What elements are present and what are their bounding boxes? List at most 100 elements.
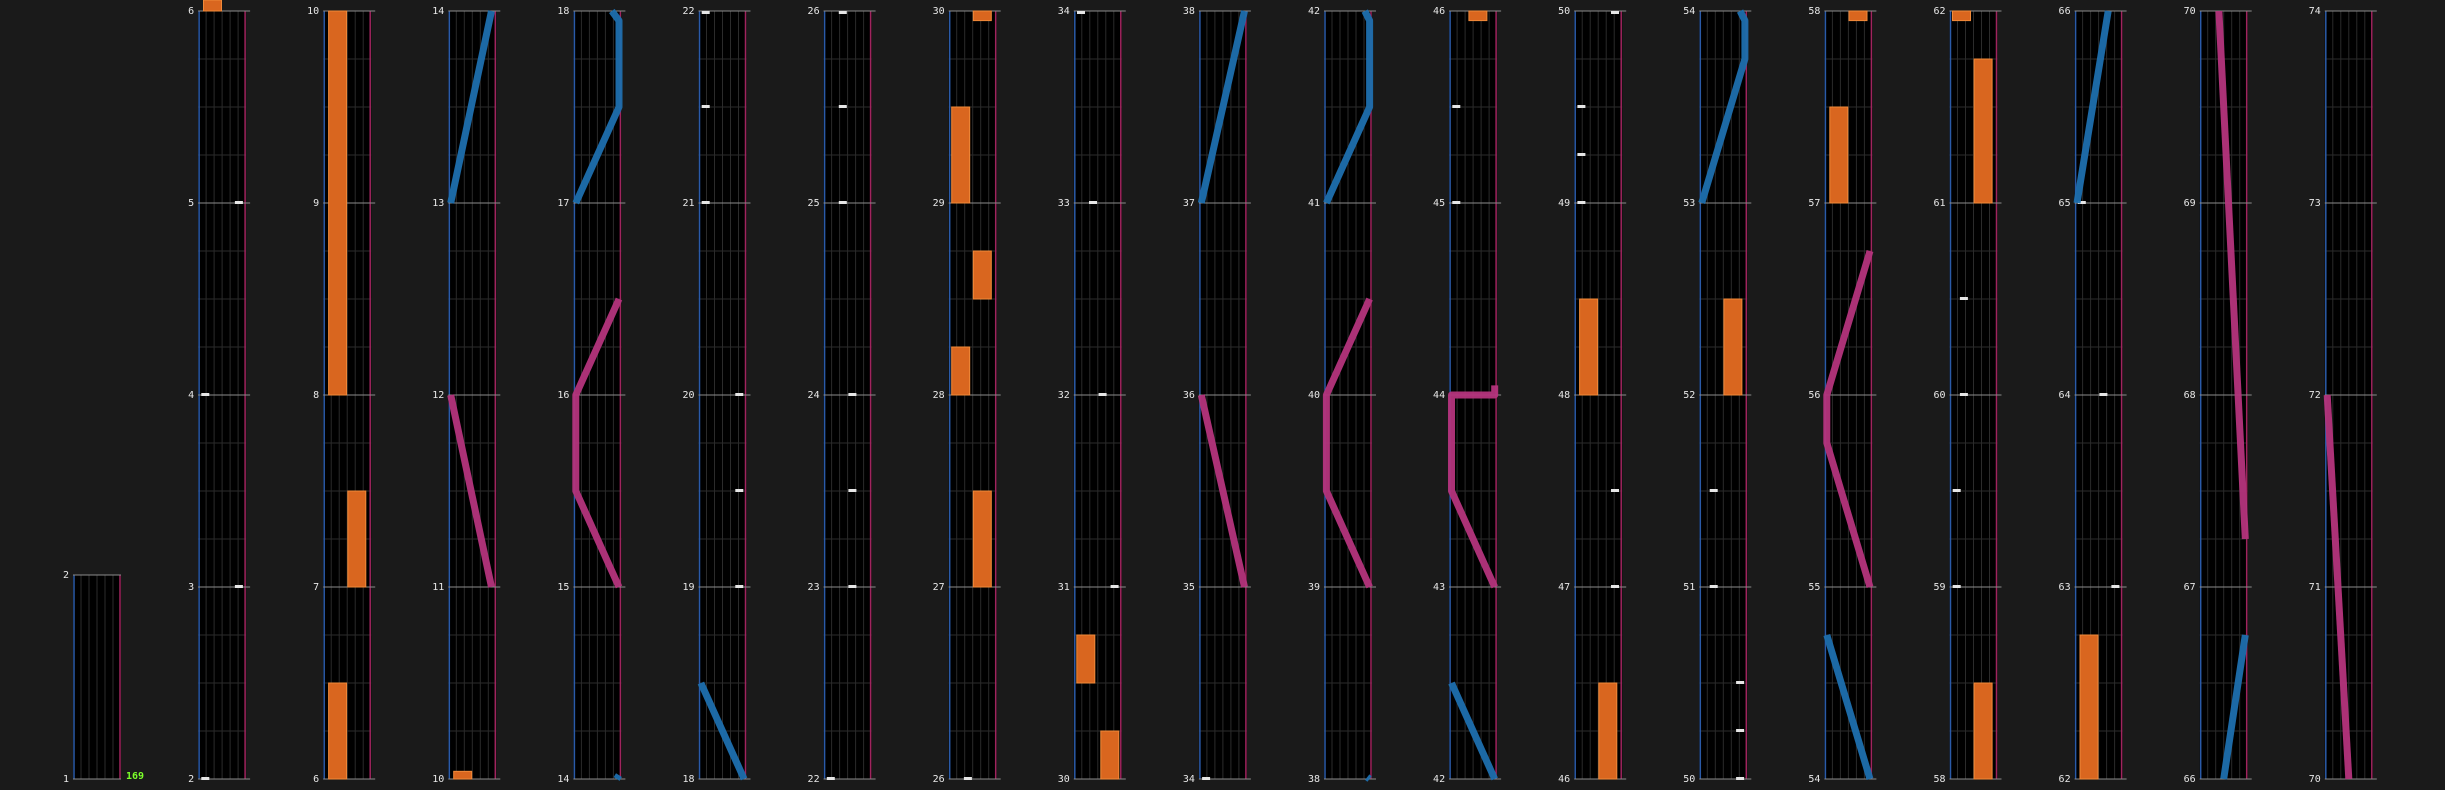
measure-number: 34 xyxy=(1058,6,1070,17)
measure-number: 56 xyxy=(1808,390,1820,401)
measure-number: 2 xyxy=(188,774,194,785)
tap-note xyxy=(1452,201,1461,204)
tap-note xyxy=(1959,297,1968,300)
measure-number: 51 xyxy=(1683,582,1695,593)
tap-note xyxy=(701,105,710,108)
measure-number: 11 xyxy=(432,582,444,593)
measure-number: 22 xyxy=(682,6,694,17)
measure-number: 53 xyxy=(1683,198,1695,209)
measure-number: 4 xyxy=(188,390,194,401)
hold-note xyxy=(1829,106,1849,204)
tap-note xyxy=(838,105,847,108)
tap-note xyxy=(701,11,710,14)
tap-note xyxy=(1952,585,1961,588)
measure-number: 38 xyxy=(1308,774,1320,785)
measure-number: 13 xyxy=(432,198,444,209)
hold-note xyxy=(1723,298,1743,396)
measure-number: 57 xyxy=(1808,198,1820,209)
tap-note xyxy=(1452,105,1461,108)
measure-number: 74 xyxy=(2309,6,2321,17)
measure-number: 52 xyxy=(1683,390,1695,401)
measure-number: 27 xyxy=(933,582,945,593)
hold-note xyxy=(951,106,971,204)
tap-note xyxy=(838,201,847,204)
tap-note xyxy=(2099,393,2108,396)
tap-note xyxy=(1577,201,1586,204)
measure-number: 66 xyxy=(2059,6,2071,17)
tap-note xyxy=(848,489,857,492)
measure-number: 45 xyxy=(1433,198,1445,209)
measure-number: 64 xyxy=(2059,390,2071,401)
measure-number: 31 xyxy=(1058,582,1070,593)
measure-number: 68 xyxy=(2184,390,2196,401)
measure-number: 20 xyxy=(682,390,694,401)
measure-number: 67 xyxy=(2184,582,2196,593)
hold-note xyxy=(203,0,222,12)
measure-number: 66 xyxy=(2184,774,2196,785)
measure-number: 71 xyxy=(2309,582,2321,593)
measure-number: 18 xyxy=(682,774,694,785)
measure-number: 30 xyxy=(933,6,945,17)
measure-number: 5 xyxy=(188,198,194,209)
measure-number: 62 xyxy=(1933,6,1945,17)
hold-note xyxy=(347,490,367,588)
hold-note xyxy=(1973,58,1993,204)
measure-number: 47 xyxy=(1558,582,1570,593)
tap-note xyxy=(234,585,243,588)
measure-number: 70 xyxy=(2309,774,2321,785)
tap-note xyxy=(234,201,243,204)
measure-number: 63 xyxy=(2059,582,2071,593)
tap-note xyxy=(1736,681,1745,684)
hold-note xyxy=(972,250,992,300)
measure-number: 59 xyxy=(1933,582,1945,593)
measure-number: 28 xyxy=(933,390,945,401)
measure-number: 58 xyxy=(1808,6,1820,17)
measure-number: 73 xyxy=(2309,198,2321,209)
measure-number: 42 xyxy=(1433,774,1445,785)
chart-viewer: 1 2 2 3 4 5 6 6 7 8 9 10 10 11 12 13 14 14 15 16 17 18 18 19 20 2… xyxy=(0,0,2445,786)
measure-number: 38 xyxy=(1183,6,1195,17)
measure-number: 32 xyxy=(1058,390,1070,401)
measure-number: 35 xyxy=(1183,582,1195,593)
measure-number: 21 xyxy=(682,198,694,209)
measure-number: 1 xyxy=(63,774,69,785)
tap-note xyxy=(1077,11,1085,14)
tap-note xyxy=(735,489,744,492)
tap-note xyxy=(848,585,857,588)
measure-number: 22 xyxy=(808,774,820,785)
measure-number: 36 xyxy=(1183,390,1195,401)
measure-number: 70 xyxy=(2184,6,2196,17)
measure-number: 3 xyxy=(188,582,194,593)
measure-number: 12 xyxy=(432,390,444,401)
measure-number: 6 xyxy=(313,774,319,785)
measure-number: 54 xyxy=(1808,774,1820,785)
note-chart-canvas: 1223456678910101112131414151617181819202… xyxy=(63,0,2377,785)
tap-note xyxy=(201,777,210,780)
measure-number: 50 xyxy=(1558,6,1570,17)
hold-note xyxy=(1100,730,1120,780)
measure-number: 23 xyxy=(808,582,820,593)
blue-slide-note xyxy=(613,773,622,781)
measure-number: 46 xyxy=(1433,6,1445,17)
measure-number: 30 xyxy=(1058,774,1070,785)
tap-note xyxy=(1736,729,1745,732)
measure-number: 17 xyxy=(557,198,569,209)
tap-note xyxy=(735,585,744,588)
tap-note xyxy=(1611,11,1619,14)
tap-note xyxy=(735,393,744,396)
tap-note xyxy=(1089,201,1097,204)
tap-note xyxy=(2111,585,2120,588)
hold-note xyxy=(1468,10,1488,22)
hold-note xyxy=(1598,682,1618,780)
tap-note xyxy=(826,777,835,780)
measure-number: 29 xyxy=(933,198,945,209)
measure-number: 60 xyxy=(1933,390,1945,401)
tap-note xyxy=(201,393,210,396)
hold-note xyxy=(1579,298,1599,396)
hold-note xyxy=(972,10,992,22)
measure-number: 10 xyxy=(307,6,319,17)
tap-note xyxy=(1709,489,1718,492)
measure-number: 44 xyxy=(1433,390,1445,401)
measure-number: 48 xyxy=(1558,390,1570,401)
tap-note xyxy=(848,393,857,396)
